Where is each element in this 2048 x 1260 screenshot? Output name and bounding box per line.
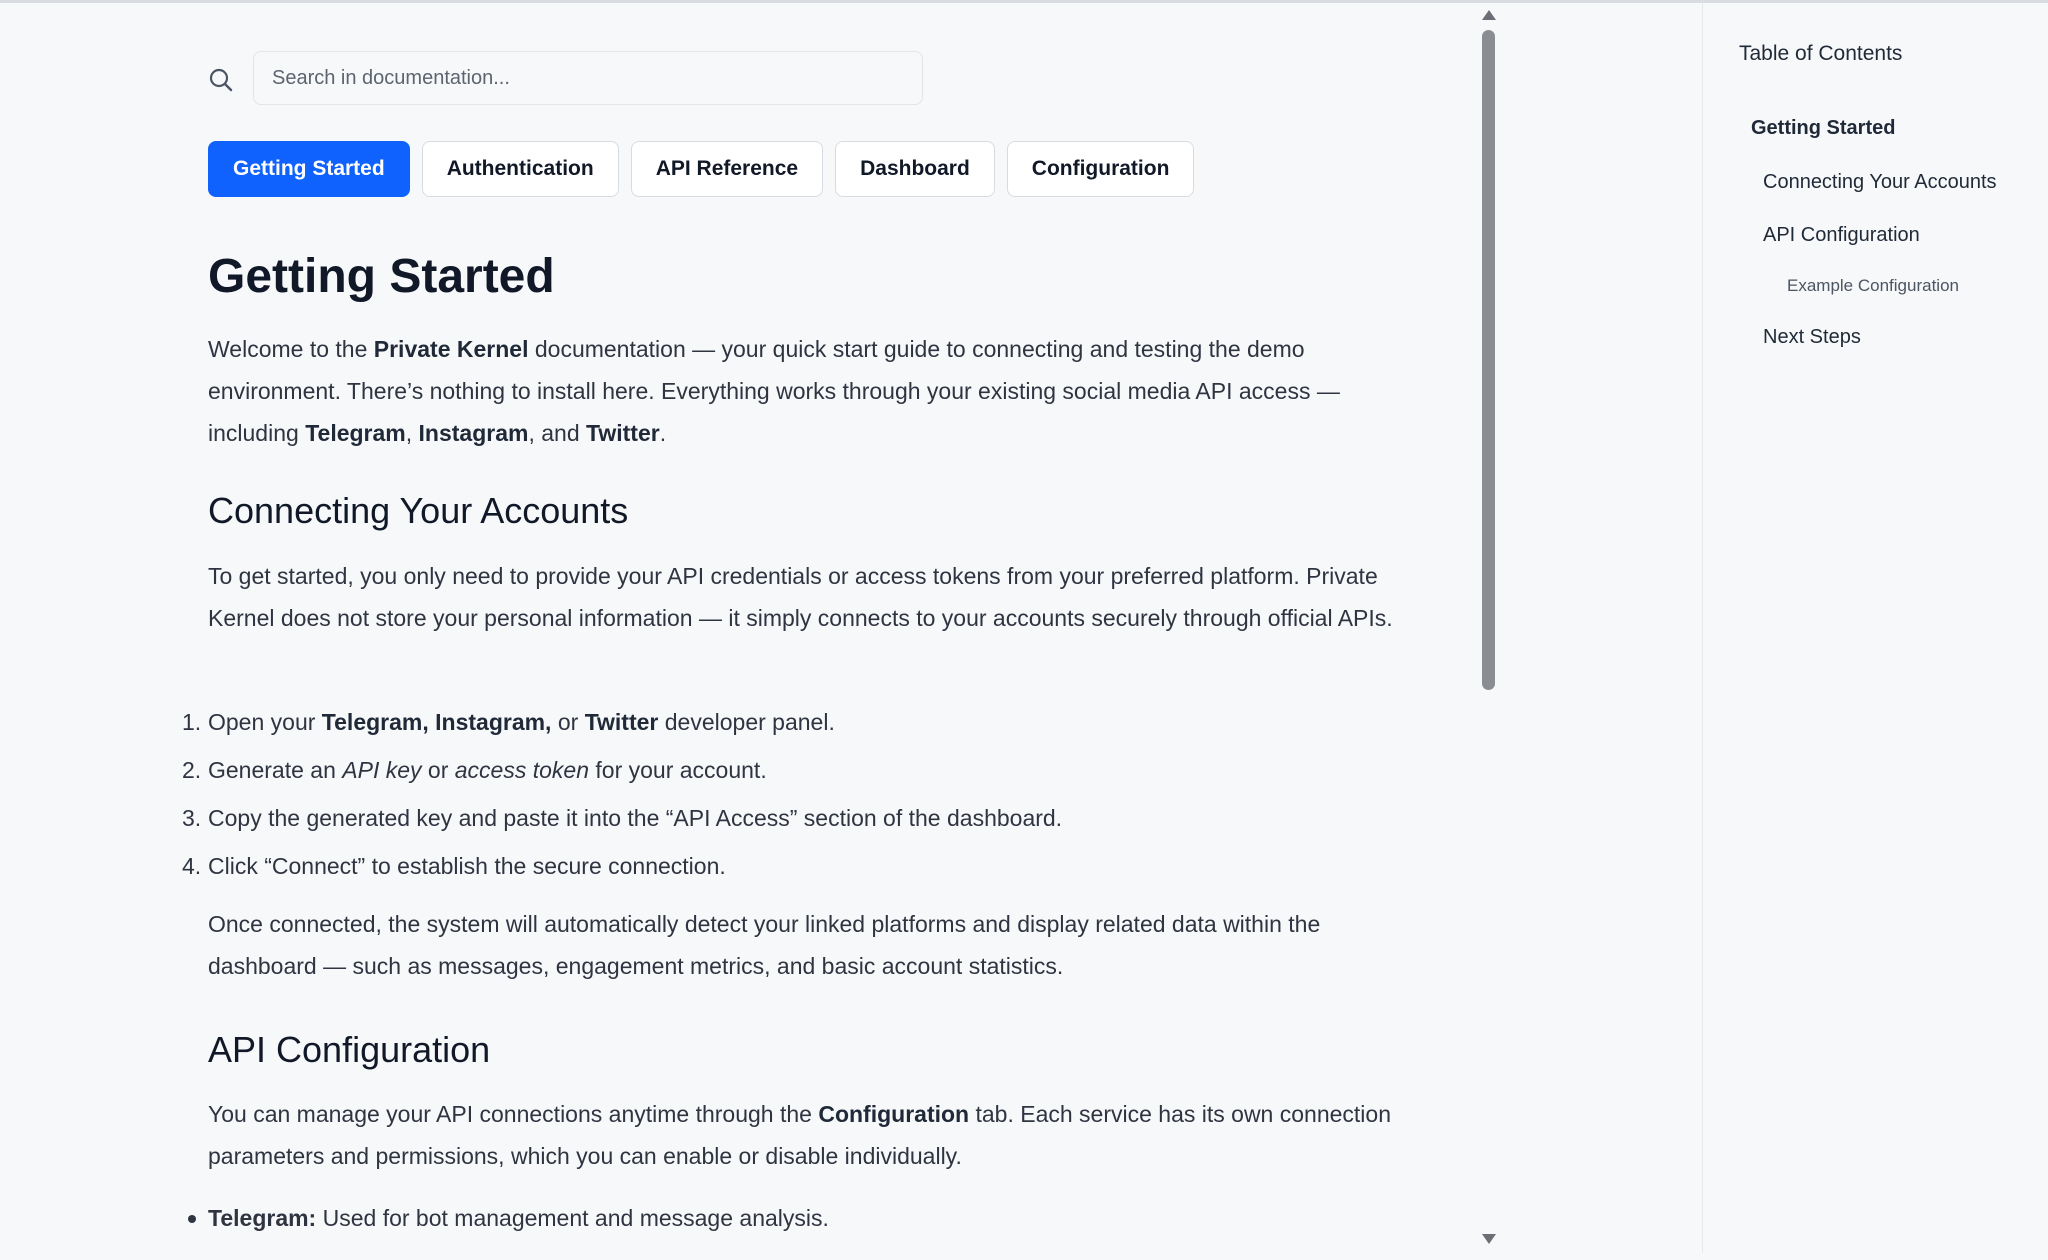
service-name: Telegram: (208, 1205, 317, 1231)
config-bold: Configuration (818, 1101, 970, 1127)
list-number: 3. (182, 805, 202, 831)
toc-item-api-configuration[interactable]: API Configuration (1763, 224, 1920, 247)
step-text: Generate an (208, 757, 343, 783)
step-text: or (421, 757, 455, 783)
step-text: Click “Connect” to establish the secure … (208, 853, 726, 879)
section-heading-api-configuration: API Configuration (208, 1029, 491, 1070)
intro-text: , (405, 420, 419, 446)
toc-item-next-steps[interactable]: Next Steps (1763, 326, 1861, 349)
step-text: Open your (208, 709, 322, 735)
scrollbar-thumb[interactable] (1482, 30, 1495, 690)
step-bold: Twitter (584, 709, 659, 735)
step-text: or (551, 709, 585, 735)
connecting-paragraph: To get started, you only need to provide… (208, 563, 1393, 631)
list-number: 1. (182, 709, 202, 735)
section-heading-connecting: Connecting Your Accounts (208, 490, 629, 531)
intro-paragraph: Welcome to the Private Kernel documentat… (208, 328, 1428, 454)
intro-bold: Telegram (305, 420, 406, 446)
service-description: Used for bot management and message anal… (316, 1205, 829, 1231)
list-number: 4. (182, 853, 202, 879)
main-content-area: Getting Started Authentication API Refer… (0, 3, 1480, 1260)
intro-bold: Private Kernel (373, 336, 529, 362)
list-item: 3. Copy the generated key and paste it in… (182, 797, 1063, 845)
intro-bold: Twitter (586, 420, 660, 446)
tab-dashboard[interactable]: Dashboard (835, 141, 995, 197)
api-config-paragraph: You can manage your API connections anyt… (208, 1093, 1428, 1177)
config-text: You can manage your API connections anyt… (208, 1101, 819, 1127)
search-bar (208, 51, 928, 107)
service-list: Telegram: Used for bot management and me… (188, 1197, 829, 1239)
tab-getting-started[interactable]: Getting Started (208, 141, 410, 197)
sidebar-divider (1702, 3, 1703, 1253)
section-tabs: Getting Started Authentication API Refer… (208, 141, 1195, 197)
toc-item-example-configuration[interactable]: Example Configuration (1787, 276, 1959, 296)
arrow-down-icon[interactable] (1482, 1234, 1496, 1244)
intro-text: , and (528, 420, 587, 446)
intro-text: Welcome to the (208, 336, 374, 362)
list-item: 1. Open your Telegram, Instagram, or Twit… (182, 701, 1062, 749)
list-item: 4. Click “Connect” to establish the secur… (182, 845, 1062, 893)
search-input[interactable] (253, 51, 923, 105)
steps-list: 1. Open your Telegram, Instagram, or Twit… (182, 701, 1063, 893)
tab-api-reference[interactable]: API Reference (630, 141, 824, 197)
arrow-up-icon[interactable] (1482, 10, 1496, 20)
intro-text: . (659, 420, 667, 446)
step-italic: API key (342, 757, 422, 783)
step-text: developer panel. (658, 709, 835, 735)
step-italic: access token (454, 757, 590, 783)
list-item: Telegram: Used for bot management and me… (188, 1197, 829, 1239)
tab-authentication[interactable]: Authentication (421, 141, 619, 197)
step-text: Copy the generated key and paste it into… (208, 805, 1063, 831)
page-title: Getting Started (208, 250, 555, 303)
intro-bold: Instagram (418, 420, 529, 446)
after-steps-paragraph: Once connected, the system will automati… (208, 911, 1321, 979)
toc-item-getting-started[interactable]: Getting Started (1751, 117, 1895, 140)
step-text: for your account. (589, 757, 767, 783)
list-item: 2. Generate an API key or access token fo… (182, 749, 1062, 797)
list-number: 2. (182, 757, 202, 783)
search-icon (208, 67, 234, 93)
toc-title: Table of Contents (1739, 42, 1903, 65)
toc-item-connecting-your-accounts[interactable]: Connecting Your Accounts (1763, 171, 1997, 194)
step-bold: Telegram, Instagram, (321, 709, 552, 735)
tab-configuration[interactable]: Configuration (1006, 141, 1195, 197)
